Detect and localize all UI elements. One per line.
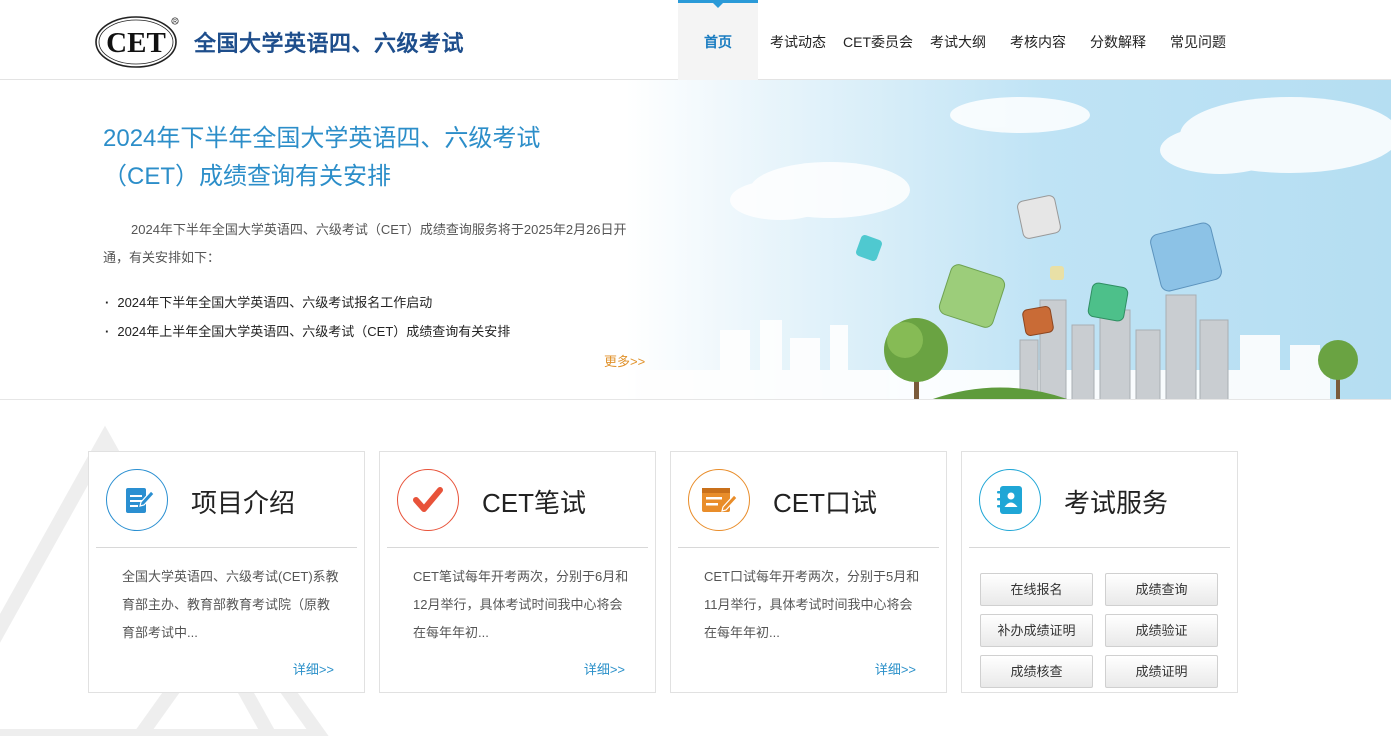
service-buttons: 在线报名 成绩查询 补办成绩证明 成绩验证 成绩核查 成绩证明 <box>980 573 1218 688</box>
nav-cet-committee[interactable]: CET委员会 <box>838 0 918 80</box>
main-nav: 首页 考试动态 CET委员会 考试大纲 考核内容 分数解释 常见问题 <box>678 0 1238 80</box>
card-project-intro: 项目介绍 全国大学英语四、六级考试(CET)系教育部主办、教育部教育考试院（原教… <box>88 451 365 693</box>
card-title[interactable]: CET口试 <box>773 483 877 520</box>
checkmark-icon <box>397 469 459 531</box>
divider <box>96 547 357 548</box>
card-cet-written: CET笔试 CET笔试每年开考两次，分别于6月和12月举行，具体考试时间我中心将… <box>379 451 656 693</box>
card-title[interactable]: CET笔试 <box>482 483 586 520</box>
score-inquiry-button[interactable]: 成绩查询 <box>1105 573 1218 606</box>
reissue-certificate-button[interactable]: 补办成绩证明 <box>980 614 1093 647</box>
site-header: CET R 全国大学英语四、六级考试 首页 考试动态 CET委员会 考试大纲 考… <box>0 0 1391 80</box>
online-registration-button[interactable]: 在线报名 <box>980 573 1093 606</box>
score-certificate-button[interactable]: 成绩证明 <box>1105 655 1218 688</box>
banner-description: 2024年下半年全国大学英语四、六级考试（CET）成绩查询服务将于2025年2月… <box>103 222 627 265</box>
card-cet-oral: CET口试 CET口试每年开考两次，分别于5月和11月举行，具体考试时间我中心将… <box>670 451 947 693</box>
divider <box>969 547 1230 548</box>
document-edit-icon <box>106 469 168 531</box>
nav-faq[interactable]: 常见问题 <box>1158 0 1238 80</box>
form-edit-icon <box>688 469 750 531</box>
score-review-button[interactable]: 成绩核查 <box>980 655 1093 688</box>
card-title[interactable]: 考试服务 <box>1064 483 1168 520</box>
hero-banner: 2024年下半年全国大学英语四、六级考试（CET）成绩查询有关安排 2024年下… <box>0 80 1391 400</box>
news-item[interactable]: 2024年下半年全国大学英语四、六级考试报名工作启动 <box>105 288 510 317</box>
nav-exam-syllabus[interactable]: 考试大纲 <box>918 0 998 80</box>
cet-logo[interactable]: CET R <box>95 15 181 69</box>
nav-assessment-content[interactable]: 考核内容 <box>998 0 1078 80</box>
details-link[interactable]: 详细>> <box>293 659 334 678</box>
details-link[interactable]: 详细>> <box>584 659 625 678</box>
card-summary: 全国大学英语四、六级考试(CET)系教育部主办、教育部教育考试院（原教育部考试中… <box>122 569 339 640</box>
city-illustration <box>630 97 1391 399</box>
card-summary: CET笔试每年开考两次，分别于6月和12月举行，具体考试时间我中心将会在每年年初… <box>413 569 629 640</box>
divider <box>387 547 648 548</box>
active-caret-icon <box>712 2 724 8</box>
score-verification-button[interactable]: 成绩验证 <box>1105 614 1218 647</box>
details-link[interactable]: 详细>> <box>875 659 916 678</box>
divider <box>678 547 939 548</box>
site-title[interactable]: 全国大学英语四、六级考试 <box>194 26 464 58</box>
svg-text:CET: CET <box>106 27 166 59</box>
nav-score-explanation[interactable]: 分数解释 <box>1078 0 1158 80</box>
news-list: 2024年下半年全国大学英语四、六级考试报名工作启动 2024年上半年全国大学英… <box>105 288 510 346</box>
banner-headline[interactable]: 2024年下半年全国大学英语四、六级考试（CET）成绩查询有关安排 <box>103 120 583 196</box>
news-item[interactable]: 2024年上半年全国大学英语四、六级考试（CET）成绩查询有关安排 <box>105 317 510 346</box>
nav-exam-news[interactable]: 考试动态 <box>758 0 838 80</box>
svg-text:R: R <box>173 19 177 25</box>
card-summary: CET口试每年开考两次，分别于5月和11月举行，具体考试时间我中心将会在每年年初… <box>704 569 920 640</box>
nav-home[interactable]: 首页 <box>678 0 758 80</box>
more-news-link[interactable]: 更多>> <box>604 351 645 370</box>
card-exam-services: 考试服务 在线报名 成绩查询 补办成绩证明 成绩验证 成绩核查 成绩证明 <box>961 451 1238 693</box>
card-title[interactable]: 项目介绍 <box>191 483 295 520</box>
contact-book-icon <box>979 469 1041 531</box>
